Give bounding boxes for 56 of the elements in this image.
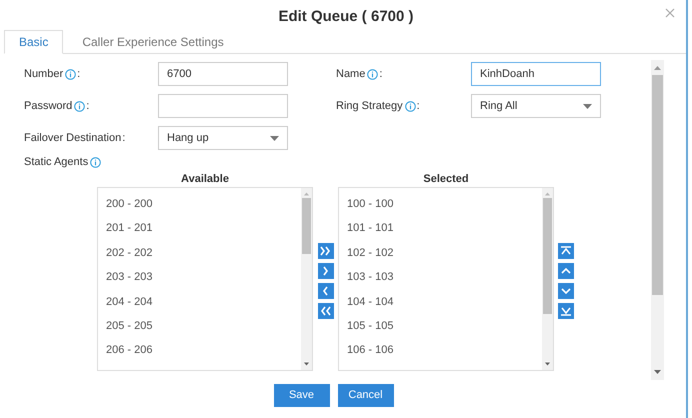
caret-icon — [270, 136, 279, 140]
input-field[interactable] — [158, 94, 288, 118]
scroll-down-icon[interactable] — [304, 360, 309, 368]
scrollbar[interactable] — [542, 188, 553, 370]
dropdown[interactable]: Ring All — [471, 94, 601, 118]
label-colon: : — [122, 130, 126, 146]
list-item[interactable]: 100 - 100 — [339, 192, 542, 216]
list-item[interactable]: 203 - 203 — [98, 265, 301, 290]
tab[interactable]: Caller Experience Settings — [63, 30, 243, 53]
cancel-button[interactable]: Cancel — [338, 384, 394, 407]
list-heading: Selected — [422, 172, 470, 187]
field-label: Number — [24, 66, 64, 82]
field-label: Failover Destination — [24, 130, 122, 146]
dropdown[interactable]: Hang up — [158, 126, 288, 150]
list-heading: Available — [180, 172, 230, 187]
list-item[interactable]: 103 - 103 — [339, 265, 542, 290]
list-item[interactable]: 200 - 200 — [98, 192, 301, 216]
list-item[interactable]: 201 - 201 — [98, 216, 301, 241]
label-colon: : — [379, 66, 382, 82]
field-label: Static Agents — [24, 154, 88, 170]
list-item[interactable]: 206 - 206 — [98, 338, 301, 363]
scrollbar[interactable] — [301, 188, 312, 370]
list-item[interactable]: 105 - 105 — [339, 314, 542, 338]
scrollbar[interactable] — [651, 60, 664, 380]
input-field[interactable]: 6700 — [158, 62, 288, 86]
field-label: Password — [24, 98, 72, 114]
chevron-up-icon[interactable] — [558, 263, 574, 279]
chevron-right-icon[interactable] — [318, 263, 334, 279]
input-field[interactable]: KinhDoanh — [471, 62, 601, 86]
label-colon: : — [86, 98, 90, 114]
caret-icon — [583, 104, 592, 108]
list-item[interactable]: 101 - 101 — [339, 216, 542, 241]
dialog-title: Edit Queue ( 6700 ) — [278, 6, 414, 26]
bar-chevron-down-icon[interactable] — [558, 303, 574, 319]
scroll-down-icon[interactable] — [545, 360, 550, 368]
list-item[interactable]: 106 - 106 — [339, 338, 542, 363]
agent-list[interactable]: 100 - 100 101 - 101 102 - 102 103 - 103 104 - 104 105 - 105 106 - 106 — [338, 187, 554, 371]
agent-list[interactable]: 200 - 200 201 - 201 202 - 202 203 - 203 204 - 204 205 - 205 206 - 206 — [97, 187, 313, 371]
close-icon[interactable] — [665, 8, 675, 18]
double-chevron-right-icon[interactable] — [318, 243, 334, 259]
list-item[interactable]: 205 - 205 — [98, 314, 301, 338]
list-item[interactable]: 104 - 104 — [339, 290, 542, 314]
save-button[interactable]: Save — [274, 384, 330, 407]
chevron-left-icon[interactable] — [318, 283, 334, 299]
label-colon: : — [416, 98, 420, 114]
field-label: Name — [336, 66, 366, 82]
field-label: Ring Strategy — [336, 98, 403, 114]
tab[interactable]: Basic — [4, 30, 64, 54]
info-icon — [90, 156, 102, 168]
list-item[interactable]: 102 - 102 — [339, 240, 542, 266]
bar-chevron-up-icon[interactable] — [558, 243, 574, 259]
double-chevron-left-icon[interactable] — [318, 303, 334, 319]
list-item[interactable]: 202 - 202 — [98, 240, 301, 266]
chevron-down-icon[interactable] — [558, 283, 574, 299]
label-colon: : — [77, 66, 80, 82]
list-item[interactable]: 204 - 204 — [98, 290, 301, 314]
